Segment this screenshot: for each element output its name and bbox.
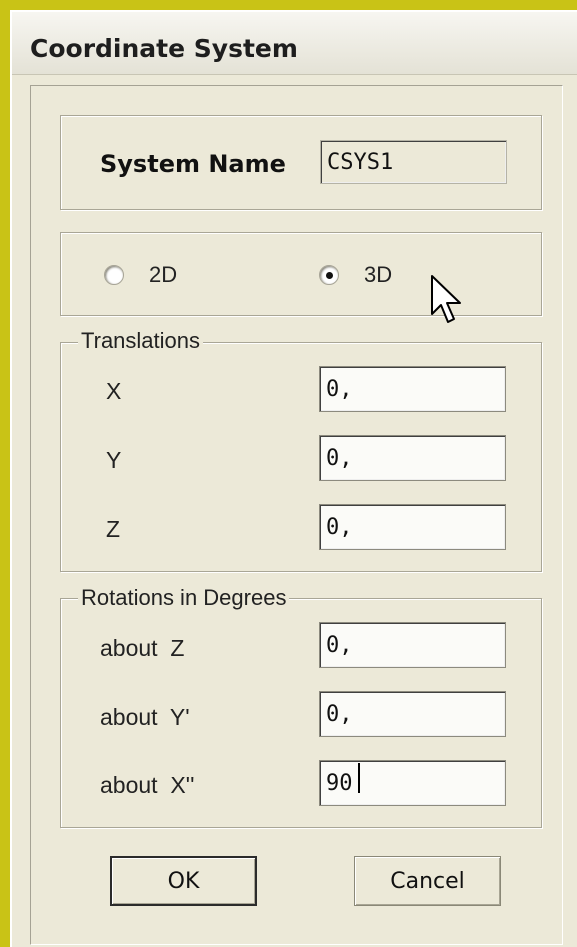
translation-y-label: Y xyxy=(106,447,122,473)
title-bar[interactable]: Coordinate System xyxy=(12,12,577,75)
translation-z-label: Z xyxy=(106,516,121,542)
text-caret xyxy=(358,763,360,793)
translation-y-field[interactable] xyxy=(319,435,506,481)
mouse-pointer-icon xyxy=(431,275,461,323)
radio-2d-indicator[interactable] xyxy=(104,265,124,285)
rotation-z-field[interactable] xyxy=(319,622,506,668)
system-name-field[interactable] xyxy=(320,140,507,184)
rotation-x-field[interactable] xyxy=(319,760,506,806)
translation-z-field[interactable] xyxy=(319,504,506,550)
rotations-legend: Rotations in Degrees xyxy=(78,585,290,611)
radio-3d-label: 3D xyxy=(364,262,393,287)
radio-3d[interactable]: 3D xyxy=(319,262,392,288)
translation-x-label: X xyxy=(106,378,122,404)
radio-2d-label: 2D xyxy=(149,262,178,287)
rotation-z-label: about Z xyxy=(100,635,185,661)
system-name-label: System Name xyxy=(100,150,286,178)
rotation-x-label: about X'' xyxy=(100,772,195,798)
rotation-y-label: about Y' xyxy=(100,704,190,730)
translation-x-field[interactable] xyxy=(319,366,506,412)
window-title: Coordinate System xyxy=(30,34,298,63)
radio-3d-indicator[interactable] xyxy=(319,265,339,285)
ok-button[interactable]: OK xyxy=(110,856,257,906)
rotation-y-field[interactable] xyxy=(319,691,506,737)
cancel-button[interactable]: Cancel xyxy=(354,856,501,906)
translations-legend: Translations xyxy=(78,328,204,354)
radio-2d[interactable]: 2D xyxy=(104,262,177,288)
